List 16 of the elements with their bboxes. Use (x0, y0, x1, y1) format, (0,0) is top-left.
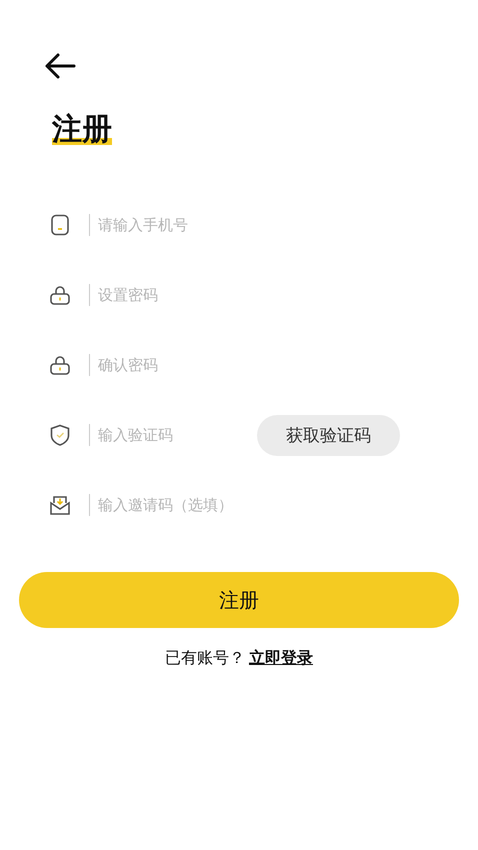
back-arrow-icon[interactable] (44, 52, 76, 80)
input-field[interactable]: 输入邀请码（选填） (96, 495, 400, 515)
input-field[interactable]: 输入验证码 (96, 425, 257, 445)
page-title: 注册 (52, 112, 112, 148)
shield-icon (49, 424, 71, 446)
login-link[interactable]: 立即登录 (249, 648, 313, 669)
input-field[interactable]: 设置密码 (96, 285, 400, 305)
lock-icon (49, 284, 71, 306)
input-field[interactable]: 确认密码 (96, 355, 400, 375)
account-prompt: 已有账号？ (165, 648, 245, 669)
lock-icon (49, 354, 71, 376)
mail-icon (49, 494, 71, 516)
input-field[interactable]: 请输入手机号 (96, 215, 400, 235)
phone-icon (49, 214, 71, 236)
register-button[interactable]: 注册 (19, 572, 459, 628)
get-code-button[interactable]: 获取验证码 (257, 414, 400, 456)
